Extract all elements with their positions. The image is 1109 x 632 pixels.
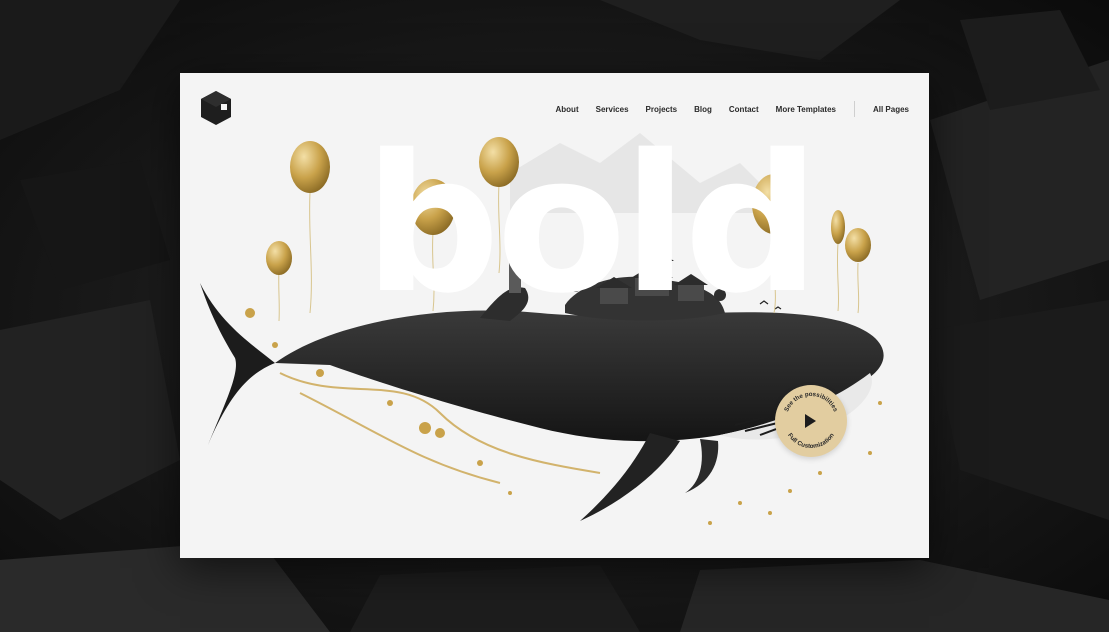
cube-logo-icon[interactable] (200, 90, 232, 126)
nav-item-more-templates[interactable]: More Templates (776, 105, 836, 114)
play-icon (805, 414, 816, 428)
main-nav: About Services Projects Blog Contact Mor… (539, 101, 909, 117)
badge-text-bottom: Full Customization (786, 432, 836, 450)
nav-item-all-pages[interactable]: All Pages (873, 105, 909, 114)
nav-item-about[interactable]: About (556, 105, 579, 114)
nav-item-projects[interactable]: Projects (646, 105, 678, 114)
template-preview-card: bold About Services Projects Blog Contac… (180, 73, 929, 558)
play-video-badge[interactable]: See the possibilities Full Customization (775, 385, 847, 457)
nav-divider (853, 101, 855, 117)
svg-text:See the possibilities: See the possibilities (783, 391, 839, 413)
nav-item-contact[interactable]: Contact (729, 105, 759, 114)
whale-artwork (200, 133, 884, 525)
nav-item-blog[interactable]: Blog (694, 105, 712, 114)
nav-item-services[interactable]: Services (596, 105, 629, 114)
badge-text-top: See the possibilities (783, 391, 839, 413)
svg-text:Full Customization: Full Customization (786, 432, 836, 450)
